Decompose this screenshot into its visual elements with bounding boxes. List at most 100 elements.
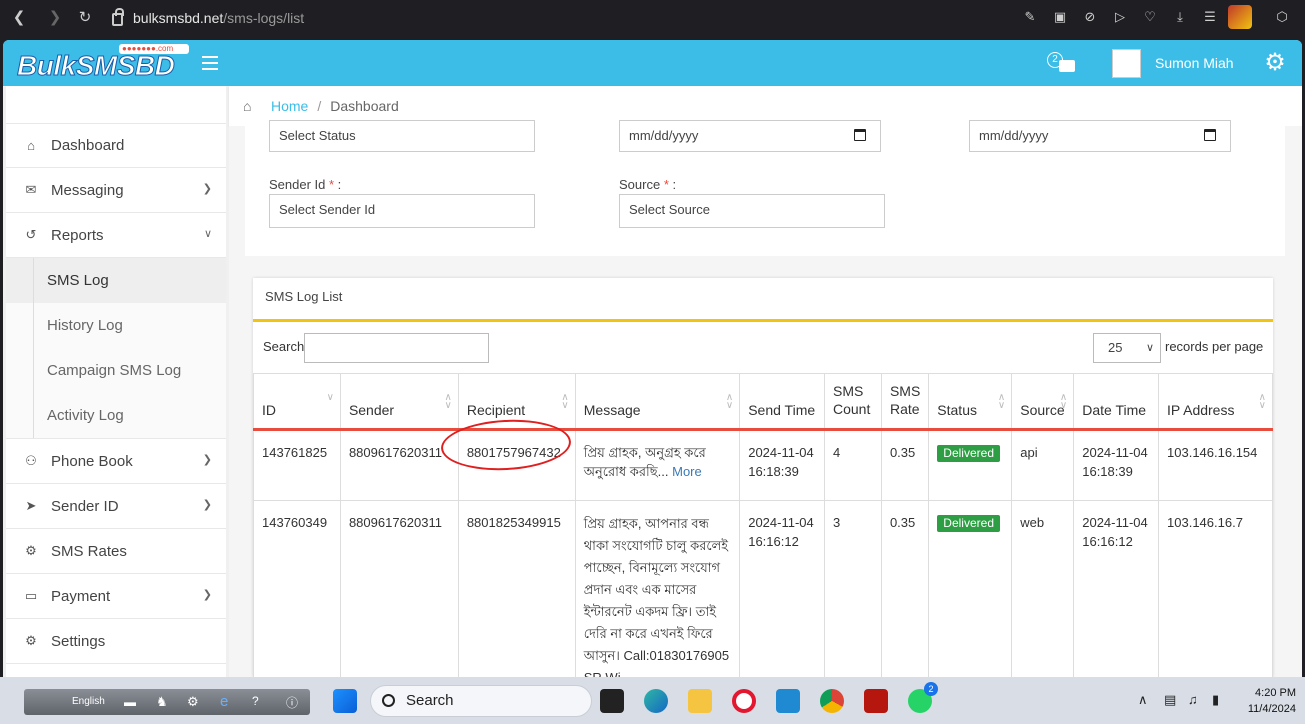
sidebar-sub-campaign-sms-log[interactable]: Campaign SMS Log	[6, 348, 226, 393]
menu-icon[interactable]: ☰	[1202, 9, 1218, 25]
language-bar[interactable]: English ▬ ♞ ⚙ e ? ⓘ	[24, 689, 310, 715]
sidebar-item-messaging[interactable]: ✉ Messaging ❯	[6, 168, 226, 213]
chevron-right-icon: ❯	[202, 499, 212, 511]
profile-avatar[interactable]	[1228, 5, 1252, 29]
cell-message: প্রিয় গ্রাহক, আপনার বন্ধ থাকা সংযোগটি চ…	[574, 500, 741, 677]
settings-gear-icon[interactable]: ⚙	[1262, 50, 1288, 76]
breadcrumb-home-link[interactable]: Home	[271, 98, 308, 114]
column-header-id[interactable]: ID ∨	[253, 373, 341, 431]
table-row: 143761825 8809617620311 8801757967432 প্…	[253, 429, 1273, 501]
column-header-ip-address[interactable]: IP Address ∧ ∨	[1158, 373, 1273, 431]
lock-icon	[112, 8, 124, 26]
sidebar: ⌂ Dashboard ✉ Messaging ❯ ↺ Reports ∨ SMS Log…	[6, 86, 226, 677]
sidebar-item-dashboard[interactable]: ⌂ Dashboard	[6, 123, 226, 168]
reload-icon[interactable]: ↻	[76, 9, 94, 27]
opera-icon[interactable]	[732, 689, 756, 713]
box-icon[interactable]: ⬡	[1274, 9, 1290, 25]
ie-icon[interactable]: e	[220, 693, 228, 710]
keyboard-icon[interactable]: ▬	[124, 695, 136, 709]
home-icon[interactable]: ⌂	[243, 99, 259, 113]
task-view-icon[interactable]	[600, 689, 624, 713]
network-icon[interactable]: ▤	[1164, 692, 1176, 708]
chrome-icon[interactable]	[820, 689, 844, 713]
column-header-sms-count[interactable]: SMS Count	[824, 373, 882, 431]
battery-icon[interactable]: ▮	[1212, 692, 1219, 708]
gear-icon[interactable]: ⚙	[187, 694, 199, 710]
table-row: 143760349 8809617620311 8801825349915 প্…	[253, 500, 1273, 677]
divider	[253, 319, 1273, 322]
chevron-up-icon[interactable]: ∧	[1138, 692, 1148, 708]
taskbar: English ▬ ♞ ⚙ e ? ⓘ Search 2 ∧ ▤ ♫ ▮ 4:2…	[0, 677, 1305, 724]
heart-icon[interactable]: ♡	[1142, 9, 1158, 25]
date-from-input[interactable]: mm/dd/yyyy	[619, 120, 881, 152]
calendar-icon[interactable]	[1204, 129, 1216, 141]
column-header-source[interactable]: Source ∧ ∨	[1011, 373, 1075, 431]
download-icon[interactable]: ⤓	[1172, 9, 1188, 25]
cell-sms-rate: 0.35	[880, 500, 930, 677]
url-host: bulksmsbd.net	[133, 10, 224, 26]
breadcrumb-current: Dashboard	[330, 98, 399, 114]
clock[interactable]: 4:20 PM 11/4/2024	[1238, 685, 1296, 717]
cell-id: 143761825	[253, 429, 341, 501]
sidebar-item-reports[interactable]: ↺ Reports ∨	[6, 213, 226, 258]
column-header-message[interactable]: Message ∧ ∨	[574, 373, 741, 431]
sidebar-sub-history-log[interactable]: History Log	[6, 303, 226, 348]
per-page-select[interactable]: 25 ∨	[1093, 333, 1161, 363]
cell-recipient: 8801825349915	[457, 500, 576, 677]
cell-source: api	[1011, 429, 1075, 501]
windows-start-icon[interactable]	[333, 689, 357, 713]
search-icon	[382, 694, 395, 707]
help-icon[interactable]: ?	[252, 694, 259, 708]
sender-id-label: Sender Id * :	[269, 177, 342, 192]
sidebar-item-sms-rates[interactable]: ⚙ SMS Rates	[6, 529, 226, 574]
play-icon[interactable]: ▷	[1112, 9, 1128, 25]
logo[interactable]: ●●●●●●●.com BulkSMSBD	[17, 44, 189, 82]
sort-icon: ∨	[326, 392, 334, 403]
camera-icon[interactable]: ▣	[1052, 9, 1068, 25]
status-select[interactable]: Select Status	[269, 120, 535, 152]
messages-icon[interactable]: 2	[1047, 52, 1077, 76]
filezilla-icon[interactable]	[864, 689, 888, 713]
status-badge: Delivered	[937, 515, 1000, 532]
calendar-icon[interactable]	[854, 129, 866, 141]
sidebar-sub-sms-log[interactable]: SMS Log	[6, 258, 226, 303]
column-header-sms-rate[interactable]: SMS Rate	[880, 373, 930, 431]
avatar[interactable]	[1112, 49, 1141, 78]
back-icon[interactable]: ❮	[10, 9, 28, 27]
sidebar-item-payment[interactable]: ▭ Payment ❯	[6, 574, 226, 619]
status-badge: Delivered	[937, 445, 1000, 462]
clock-date: 11/4/2024	[1247, 703, 1296, 715]
address-bar[interactable]: bulksmsbd.net/sms-logs/list	[112, 8, 304, 27]
info-icon[interactable]: ⓘ	[286, 694, 298, 711]
column-header-date-time[interactable]: Date Time	[1073, 373, 1160, 431]
sender-id-select[interactable]: Select Sender Id	[269, 194, 535, 228]
forward-icon[interactable]: ❯	[46, 9, 64, 27]
cell-id: 143760349	[253, 500, 341, 677]
edit-icon[interactable]: ✎	[1022, 9, 1038, 25]
vscode-icon[interactable]	[776, 689, 800, 713]
search-input[interactable]	[304, 333, 489, 363]
file-explorer-icon[interactable]	[688, 689, 712, 713]
more-link[interactable]: More	[672, 464, 702, 479]
column-header-sender[interactable]: Sender ∧ ∨	[339, 373, 459, 431]
sidebar-item-phone-book[interactable]: ⚇ Phone Book ❯	[6, 438, 226, 484]
sidebar-item-settings[interactable]: ⚙ Settings	[6, 619, 226, 664]
cell-date-time: 2024-11-04 16:18:39	[1073, 429, 1160, 501]
whatsapp-icon[interactable]: 2	[908, 682, 938, 713]
sidebar-sub-activity-log[interactable]: Activity Log	[6, 393, 226, 438]
date-to-input[interactable]: mm/dd/yyyy	[969, 120, 1231, 152]
taskbar-search[interactable]: Search	[370, 685, 592, 717]
column-header-status[interactable]: Status ∧ ∨	[928, 373, 1013, 431]
column-header-send-time[interactable]: Send Time	[739, 373, 825, 431]
block-icon[interactable]: ⊘	[1082, 9, 1098, 25]
volume-icon[interactable]: ♫	[1188, 692, 1198, 707]
hamburger-icon[interactable]	[202, 56, 218, 70]
sidebar-item-sender-id[interactable]: ➤ Sender ID ❯	[6, 484, 226, 529]
cell-sender: 8809617620311	[339, 429, 459, 501]
source-select[interactable]: Select Source	[619, 194, 885, 228]
edge-icon[interactable]	[644, 689, 668, 713]
chevron-right-icon: ❯	[202, 589, 212, 601]
browser-toolbar: ❮ ❯ ↻ bulksmsbd.net/sms-logs/list ✎ ▣ ⊘ …	[0, 0, 1305, 36]
user-name[interactable]: Sumon Miah	[1155, 55, 1234, 71]
chess-icon[interactable]: ♞	[156, 694, 168, 710]
